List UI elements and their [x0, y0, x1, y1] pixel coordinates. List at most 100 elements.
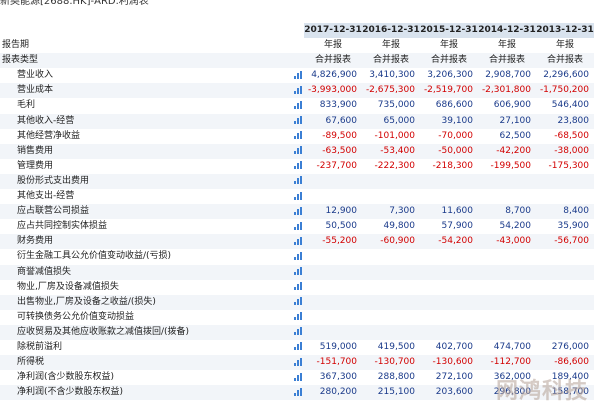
- chart-icon-cell[interactable]: [291, 219, 304, 234]
- chart-icon-cell: [291, 53, 304, 69]
- value-cell: [536, 189, 594, 204]
- value-cell: 203,600: [420, 385, 478, 401]
- chart-icon-cell[interactable]: [291, 113, 304, 129]
- chart-icon-cell[interactable]: [291, 204, 304, 220]
- value-cell: 65,000: [362, 113, 420, 129]
- bar-chart-icon[interactable]: [293, 221, 302, 230]
- row-label: 营业成本: [0, 83, 291, 99]
- chart-icon-cell[interactable]: [291, 370, 304, 385]
- chart-icon-cell[interactable]: [291, 294, 304, 310]
- chart-icon-cell[interactable]: [291, 385, 304, 401]
- value-cell: 546,400: [551, 100, 589, 111]
- row-label: 净利润(不含少数股东权益): [0, 385, 291, 401]
- value-cell: [304, 249, 362, 264]
- row-label: 物业,厂房及设备减值损失: [17, 281, 119, 292]
- value-cell: -2,519,700: [420, 83, 478, 99]
- bar-chart-icon[interactable]: [293, 131, 302, 140]
- row-label: 毛利: [17, 100, 36, 111]
- bar-chart-icon[interactable]: [293, 387, 302, 396]
- bar-chart-icon[interactable]: [293, 70, 302, 79]
- value-cell: [420, 264, 478, 280]
- value-cell: 39,100: [420, 113, 478, 129]
- value-cell: 606,900: [493, 100, 531, 111]
- chart-icon-cell[interactable]: [291, 159, 304, 174]
- value-cell: [536, 310, 594, 325]
- value-cell: [478, 280, 536, 295]
- value-cell: -101,000: [374, 130, 415, 141]
- bar-chart-icon[interactable]: [293, 372, 302, 381]
- chart-icon-cell[interactable]: [291, 83, 304, 99]
- chart-icon-cell[interactable]: [291, 280, 304, 295]
- chart-icon-cell[interactable]: [291, 68, 304, 83]
- value-cell: [362, 249, 420, 264]
- bar-chart-icon[interactable]: [293, 85, 302, 94]
- period-header[interactable]: 2016-12-31: [362, 23, 420, 39]
- value-cell: 年报: [439, 40, 458, 51]
- value-cell: [362, 264, 420, 280]
- value-cell: 年报: [497, 40, 516, 51]
- bar-chart-icon[interactable]: [293, 312, 302, 321]
- bar-chart-icon[interactable]: [293, 327, 302, 336]
- value-cell: 23,800: [536, 113, 594, 129]
- value-cell: -60,900: [362, 234, 420, 250]
- bar-chart-icon[interactable]: [293, 100, 302, 109]
- row-label: 应收贸易及其他应收账款之减值拨回/(拨备): [0, 324, 291, 340]
- table-row: 商誉减值损失: [0, 264, 594, 280]
- bar-chart-icon[interactable]: [293, 146, 302, 155]
- bar-chart-icon[interactable]: [293, 236, 302, 245]
- row-label: 净利润(含少数股东权益): [17, 372, 115, 383]
- value-cell: 288,800: [377, 372, 415, 383]
- chart-icon-cell[interactable]: [291, 355, 304, 371]
- chart-icon-cell[interactable]: [291, 310, 304, 325]
- bar-chart-icon[interactable]: [293, 357, 302, 366]
- chart-icon-cell[interactable]: [291, 340, 304, 355]
- bar-chart-icon[interactable]: [293, 297, 302, 306]
- value-cell: -50,000: [420, 143, 478, 159]
- bar-chart-icon[interactable]: [293, 206, 302, 215]
- chart-icon-cell[interactable]: [291, 98, 304, 113]
- period-header[interactable]: 2013-12-31: [536, 23, 594, 39]
- bar-chart-icon[interactable]: [293, 116, 302, 125]
- bar-chart-icon[interactable]: [293, 282, 302, 291]
- value-cell: 2,296,600: [543, 70, 589, 81]
- value-cell: 8,700: [478, 204, 536, 220]
- chart-icon-cell[interactable]: [291, 189, 304, 204]
- value-cell: [478, 173, 536, 190]
- value-cell: [478, 189, 536, 204]
- table-row: 应占共同控制实体损益 50,500 49,800 57,900 54,200 35,900: [0, 219, 594, 234]
- table-row: 衍生金融工具公允价值变动收益/(亏损): [0, 249, 594, 264]
- bar-chart-icon[interactable]: [293, 251, 302, 260]
- value-cell: 8,400: [536, 204, 594, 220]
- value-cell: 62,500: [499, 130, 532, 141]
- income-statement-table: 2017-12-31 2016-12-31 2015-12-31 2014-12…: [0, 23, 594, 401]
- value-cell: [362, 280, 420, 295]
- chart-icon-cell[interactable]: [291, 324, 304, 340]
- row-label: 出售物业,厂房及设备之收益/(损失): [0, 294, 291, 310]
- period-header[interactable]: 2015-12-31: [420, 23, 478, 39]
- row-label: 其他经营净收益: [17, 130, 81, 141]
- row-label: 销售费用: [0, 143, 291, 159]
- row-label: 应占共同控制实体损益: [17, 221, 108, 232]
- value-cell: [478, 310, 536, 325]
- bar-chart-icon[interactable]: [293, 176, 302, 185]
- value-cell: 276,000: [551, 341, 589, 352]
- bar-chart-icon[interactable]: [293, 267, 302, 275]
- value-cell: [478, 264, 536, 280]
- chart-icon-cell[interactable]: [291, 264, 304, 280]
- value-cell: 11,600: [420, 204, 478, 220]
- value-cell: 367,300: [319, 372, 357, 383]
- bar-chart-icon[interactable]: [293, 161, 302, 170]
- value-cell: 年报: [381, 40, 400, 51]
- chart-icon-cell[interactable]: [291, 129, 304, 144]
- row-label: 衍生金融工具公允价值变动收益/(亏损): [17, 251, 172, 262]
- value-cell: 158,700: [536, 385, 594, 401]
- period-header[interactable]: 2014-12-31: [478, 23, 536, 39]
- bar-chart-icon[interactable]: [293, 191, 302, 200]
- period-header[interactable]: 2017-12-31: [304, 23, 362, 39]
- chart-icon-cell[interactable]: [291, 143, 304, 159]
- bar-chart-icon[interactable]: [293, 342, 302, 351]
- chart-icon-cell[interactable]: [291, 249, 304, 264]
- value-cell: -53,400: [362, 143, 420, 159]
- chart-icon-cell[interactable]: [291, 234, 304, 250]
- chart-icon-cell[interactable]: [291, 173, 304, 190]
